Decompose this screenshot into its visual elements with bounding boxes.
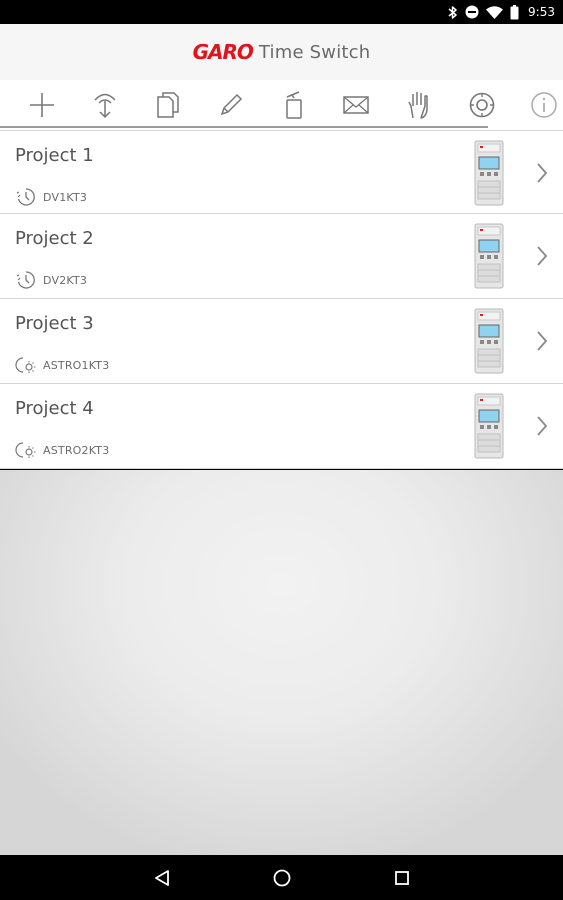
bluetooth-icon: [448, 5, 457, 19]
wifi-icon: [486, 5, 504, 19]
device-type: DV2KT3: [43, 274, 88, 287]
project-name: Project 3: [15, 313, 94, 334]
list-item[interactable]: Project 1 DV1KT3: [0, 130, 563, 214]
transfer-icon: [94, 93, 116, 119]
clock-icon: [16, 188, 35, 206]
add-button[interactable]: [25, 89, 59, 121]
navigation-bar: [0, 855, 563, 900]
brand-logo: GARO: [192, 40, 254, 64]
astro-sun-icon: [15, 357, 36, 373]
recents-icon: [395, 871, 409, 885]
clock-icon: [16, 271, 35, 289]
copy-button[interactable]: [151, 89, 185, 121]
manual-control-button[interactable]: [402, 89, 436, 121]
settings-button[interactable]: [465, 89, 499, 121]
list-item[interactable]: Project 4 ASTRO2KT3: [0, 384, 563, 469]
status-icons: 9:53: [448, 3, 555, 21]
recents-button[interactable]: [390, 866, 414, 890]
astro-sun-icon: [15, 442, 36, 458]
email-icon: [343, 96, 369, 114]
chevron-right-icon[interactable]: [535, 244, 549, 268]
project-name: Project 1: [15, 145, 94, 166]
copy-icon: [157, 92, 179, 118]
edit-icon: [220, 93, 243, 116]
battery-icon: [510, 4, 519, 19]
status-time: 9:53: [528, 5, 555, 19]
content-background: [0, 470, 563, 855]
app-title: Time Switch: [258, 41, 371, 63]
home-button[interactable]: [270, 866, 294, 890]
project-name: Project 4: [15, 398, 94, 419]
transfer-button[interactable]: [88, 89, 122, 121]
back-button[interactable]: [150, 866, 174, 890]
chevron-right-icon[interactable]: [535, 329, 549, 353]
device-type: ASTRO1KT3: [43, 359, 110, 372]
device-type: ASTRO2KT3: [43, 444, 110, 457]
status-bar: 9:53: [0, 0, 563, 24]
project-name: Project 2: [15, 228, 94, 249]
project-list: Project 1 DV1KT3 Project 2 DV2KT3 Projec…: [0, 130, 563, 469]
device-type: DV1KT3: [43, 191, 88, 204]
edit-button[interactable]: [214, 89, 248, 121]
home-icon: [273, 869, 291, 887]
info-icon: [531, 92, 557, 118]
do-not-disturb-icon: [465, 5, 479, 19]
chevron-right-icon[interactable]: [535, 161, 549, 185]
toolbar-underline: [0, 126, 488, 128]
add-icon: [30, 93, 54, 117]
timer-device-image: [474, 140, 504, 206]
delete-icon: [286, 91, 302, 119]
chevron-right-icon[interactable]: [535, 414, 549, 438]
manual-control-icon: [408, 92, 428, 119]
settings-icon: [469, 92, 495, 118]
timer-device-image: [474, 393, 504, 459]
list-item[interactable]: Project 3 ASTRO1KT3: [0, 299, 563, 384]
timer-device-image: [474, 308, 504, 374]
back-icon: [155, 870, 169, 886]
list-item[interactable]: Project 2 DV2KT3: [0, 214, 563, 299]
toolbar: [0, 80, 563, 130]
email-button[interactable]: [339, 89, 373, 121]
info-button[interactable]: [527, 89, 561, 121]
delete-button[interactable]: [277, 89, 311, 121]
app-header: GARO Time Switch: [0, 24, 563, 80]
timer-device-image: [474, 223, 504, 289]
